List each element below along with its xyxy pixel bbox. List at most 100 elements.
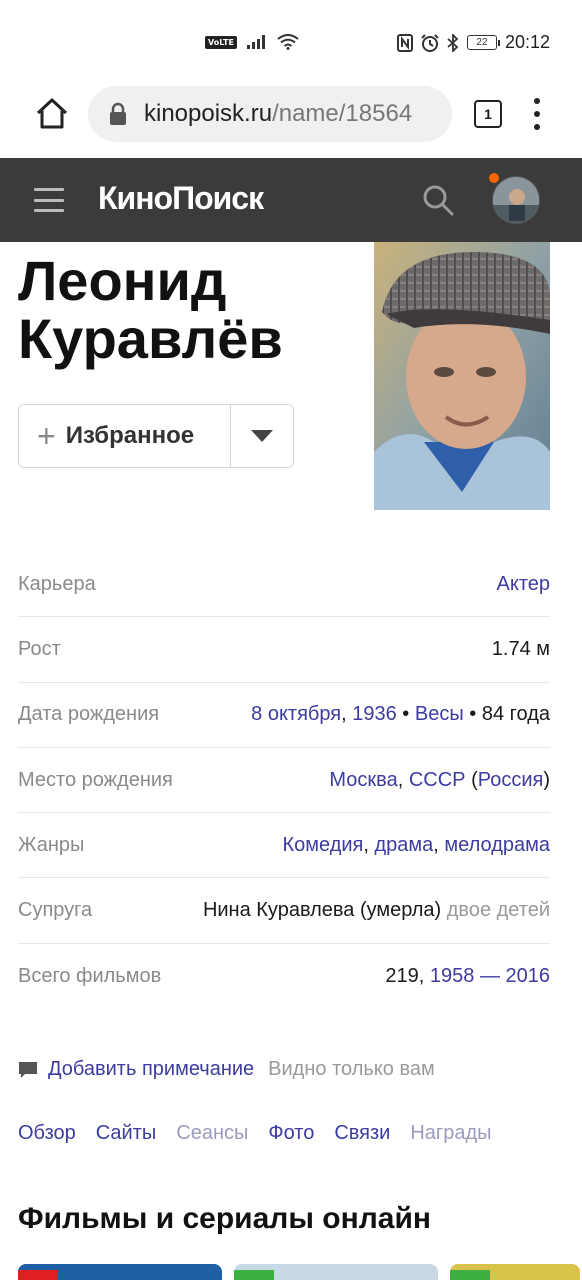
status-left-icons: VoLTE (205, 34, 299, 50)
battery-level: 22 (476, 37, 488, 48)
notification-dot (489, 173, 499, 183)
menu-dot-icon (534, 124, 540, 130)
info-value: Москва, СССР (Россия) (329, 769, 550, 792)
children-text: двое детей (446, 899, 550, 922)
birth-day-link[interactable]: 8 октября (251, 703, 341, 725)
hamburger-menu-icon[interactable] (34, 188, 64, 212)
info-row-birth-date: Дата рождения 8 октября, 1936 • Весы • 8… (18, 683, 550, 748)
film-card[interactable] (234, 1264, 438, 1280)
info-label: Жанры (18, 833, 85, 856)
person-last-name: Куравлёв (18, 307, 283, 370)
genre-link[interactable]: Комедия (282, 834, 363, 856)
avatar (492, 176, 540, 224)
home-button[interactable] (34, 96, 70, 132)
birth-year-link[interactable]: 1936 (352, 703, 397, 725)
info-label: Место рождения (18, 768, 173, 791)
spouse-name: Нина Куравлева (умерла) (202, 899, 442, 922)
zodiac-link[interactable]: Весы (415, 703, 464, 725)
overflow-menu-button[interactable] (530, 98, 544, 130)
battery-icon: 22 (466, 35, 500, 50)
films-count: 219, (385, 964, 425, 987)
info-value: 8 октября, 1936 • Весы • 84 года (251, 703, 550, 726)
separator: , (363, 833, 369, 856)
career-link[interactable]: Актер (497, 573, 551, 595)
info-row-birth-place: Место рождения Москва, СССР (Россия) (18, 748, 550, 814)
status-right-icons: 22 20:12 (396, 32, 550, 53)
info-label: Карьера (18, 572, 96, 595)
menu-dot-icon (534, 98, 540, 104)
portrait-image (374, 242, 550, 510)
info-value: Комедия, драма, мелодрама (282, 834, 550, 857)
separator: , (397, 768, 404, 791)
search-icon (423, 185, 454, 216)
info-label: Супруга (18, 899, 93, 922)
info-row-career: Карьера Актер (18, 552, 551, 618)
info-value: 219, 1958 — 2016 (385, 965, 550, 988)
volte-badge: VoLTE (205, 35, 237, 49)
tab-awards: Награды (410, 1122, 492, 1144)
status-bar: VoLTE 22 20:12 (0, 0, 582, 86)
tabs-button[interactable]: 1 (474, 100, 502, 128)
nfc-icon (396, 33, 413, 52)
signal-icon (246, 35, 265, 49)
person-photo[interactable] (374, 242, 550, 510)
separator: — (479, 964, 500, 987)
add-to-favorites-button[interactable]: + Избранное (19, 405, 231, 467)
year-from-link[interactable]: 1958 (430, 965, 475, 987)
bluetooth-icon (447, 33, 459, 52)
tab-connections[interactable]: Связи (334, 1122, 390, 1145)
age-text: 84 года (481, 703, 550, 726)
film-card[interactable] (18, 1264, 222, 1280)
separator: • (402, 703, 410, 726)
info-value: Актер (497, 573, 551, 596)
country-old-link[interactable]: СССР (409, 769, 466, 791)
film-card[interactable] (450, 1264, 580, 1280)
url-path: /name/18564 (272, 100, 413, 127)
genre-link[interactable]: мелодрама (444, 834, 550, 856)
info-label: Дата рождения (18, 703, 160, 726)
section-title: Фильмы и сериалы онлайн (18, 1202, 432, 1235)
info-value: Нина Куравлева (умерла) двое детей (203, 899, 550, 922)
separator: , (341, 703, 347, 726)
film-badge (450, 1270, 490, 1280)
tab-sites[interactable]: Сайты (96, 1122, 157, 1145)
info-value: 1.74 м (491, 637, 550, 660)
site-logo[interactable]: КиноПоиск (98, 180, 264, 217)
address-bar[interactable]: kinopoisk.ru/name/18564 (88, 86, 452, 142)
user-avatar-button[interactable] (489, 173, 540, 224)
city-link[interactable]: Москва (329, 769, 397, 791)
menu-dot-icon (534, 111, 540, 117)
url-domain: kinopoisk.ru (144, 100, 273, 127)
genre-link[interactable]: драма (375, 834, 434, 856)
home-icon (36, 98, 68, 129)
info-label: Рост (18, 637, 61, 660)
tab-overview[interactable]: Обзор (18, 1122, 76, 1145)
year-to-link[interactable]: 2016 (506, 965, 551, 987)
search-button[interactable] (420, 182, 456, 218)
chevron-down-icon (251, 430, 273, 442)
tab-photo[interactable]: Фото (268, 1122, 314, 1145)
wifi-icon (277, 34, 299, 50)
favorite-dropdown-button[interactable] (231, 405, 293, 467)
info-row-spouse: Супруга Нина Куравлева (умерла) двое дет… (18, 878, 550, 944)
info-row-total-films: Всего фильмов 219, 1958 — 2016 (18, 944, 550, 1009)
separator: , (433, 833, 439, 856)
lock-icon (110, 102, 126, 125)
comment-icon (19, 1061, 37, 1078)
person-first-name: Леонид (18, 249, 227, 312)
alarm-icon (421, 33, 439, 52)
tab-sessions: Сеансы (176, 1122, 249, 1144)
status-time: 20:12 (504, 32, 550, 52)
film-badge (18, 1270, 58, 1280)
site-header: КиноПоиск (0, 158, 582, 242)
url-text: kinopoisk.ru/name/18564 (144, 100, 412, 128)
note-hint: Видно только вам (268, 1058, 435, 1080)
info-row-genres: Жанры Комедия, драма, мелодрама (18, 813, 550, 879)
country-link[interactable]: Россия (478, 769, 544, 791)
add-note-link[interactable]: Добавить примечание (48, 1058, 254, 1081)
person-subnav: Обзор Сайты Сеансы Фото Связи Награды (18, 1122, 492, 1145)
info-row-height: Рост 1.74 м (18, 617, 550, 683)
paren: ( (471, 768, 478, 791)
person-info-table: Карьера Актер Рост 1.74 м Дата рождения … (18, 552, 550, 1009)
separator: • (469, 703, 477, 726)
